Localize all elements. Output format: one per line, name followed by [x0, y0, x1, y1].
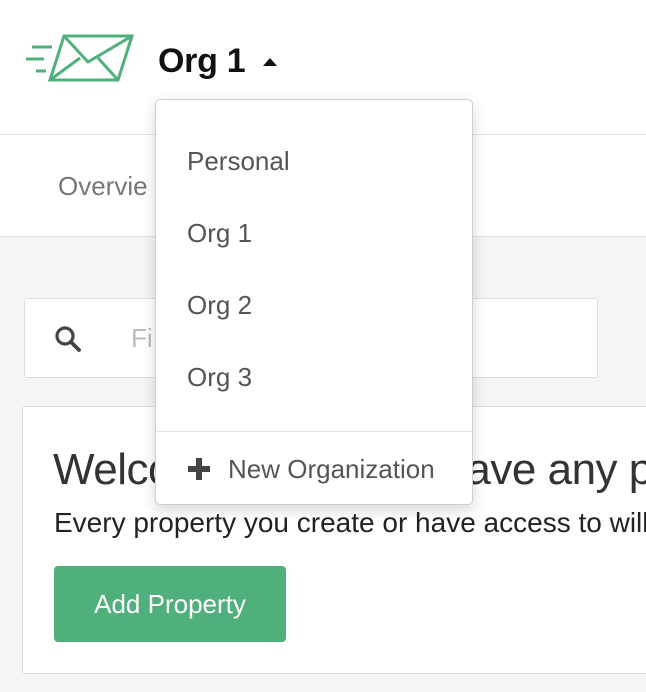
menu-item-org-1[interactable]: Org 1: [187, 218, 252, 249]
org-switcher[interactable]: Org 1: [158, 38, 278, 84]
caret-up-icon[interactable]: [263, 58, 278, 66]
new-organization-item[interactable]: New Organization: [186, 452, 435, 486]
org-dropdown-menu: Personal Org 1 Org 2 Org 3 New Organizat…: [155, 99, 473, 505]
menu-item-org-2[interactable]: Org 2: [187, 290, 252, 321]
envelope-logo-icon[interactable]: [22, 34, 134, 82]
menu-item-org-3[interactable]: Org 3: [187, 362, 252, 393]
plus-icon: [188, 458, 210, 480]
new-organization-label: New Organization: [228, 453, 435, 484]
menu-divider: [156, 431, 472, 432]
welcome-text: Every property you create or have access…: [54, 507, 646, 538]
tab-overview[interactable]: Overvie: [58, 171, 148, 202]
add-property-button[interactable]: Add Property: [54, 566, 286, 642]
current-org-name[interactable]: Org 1: [158, 42, 246, 81]
menu-item-personal[interactable]: Personal: [187, 146, 290, 177]
search-icon: [55, 326, 81, 352]
